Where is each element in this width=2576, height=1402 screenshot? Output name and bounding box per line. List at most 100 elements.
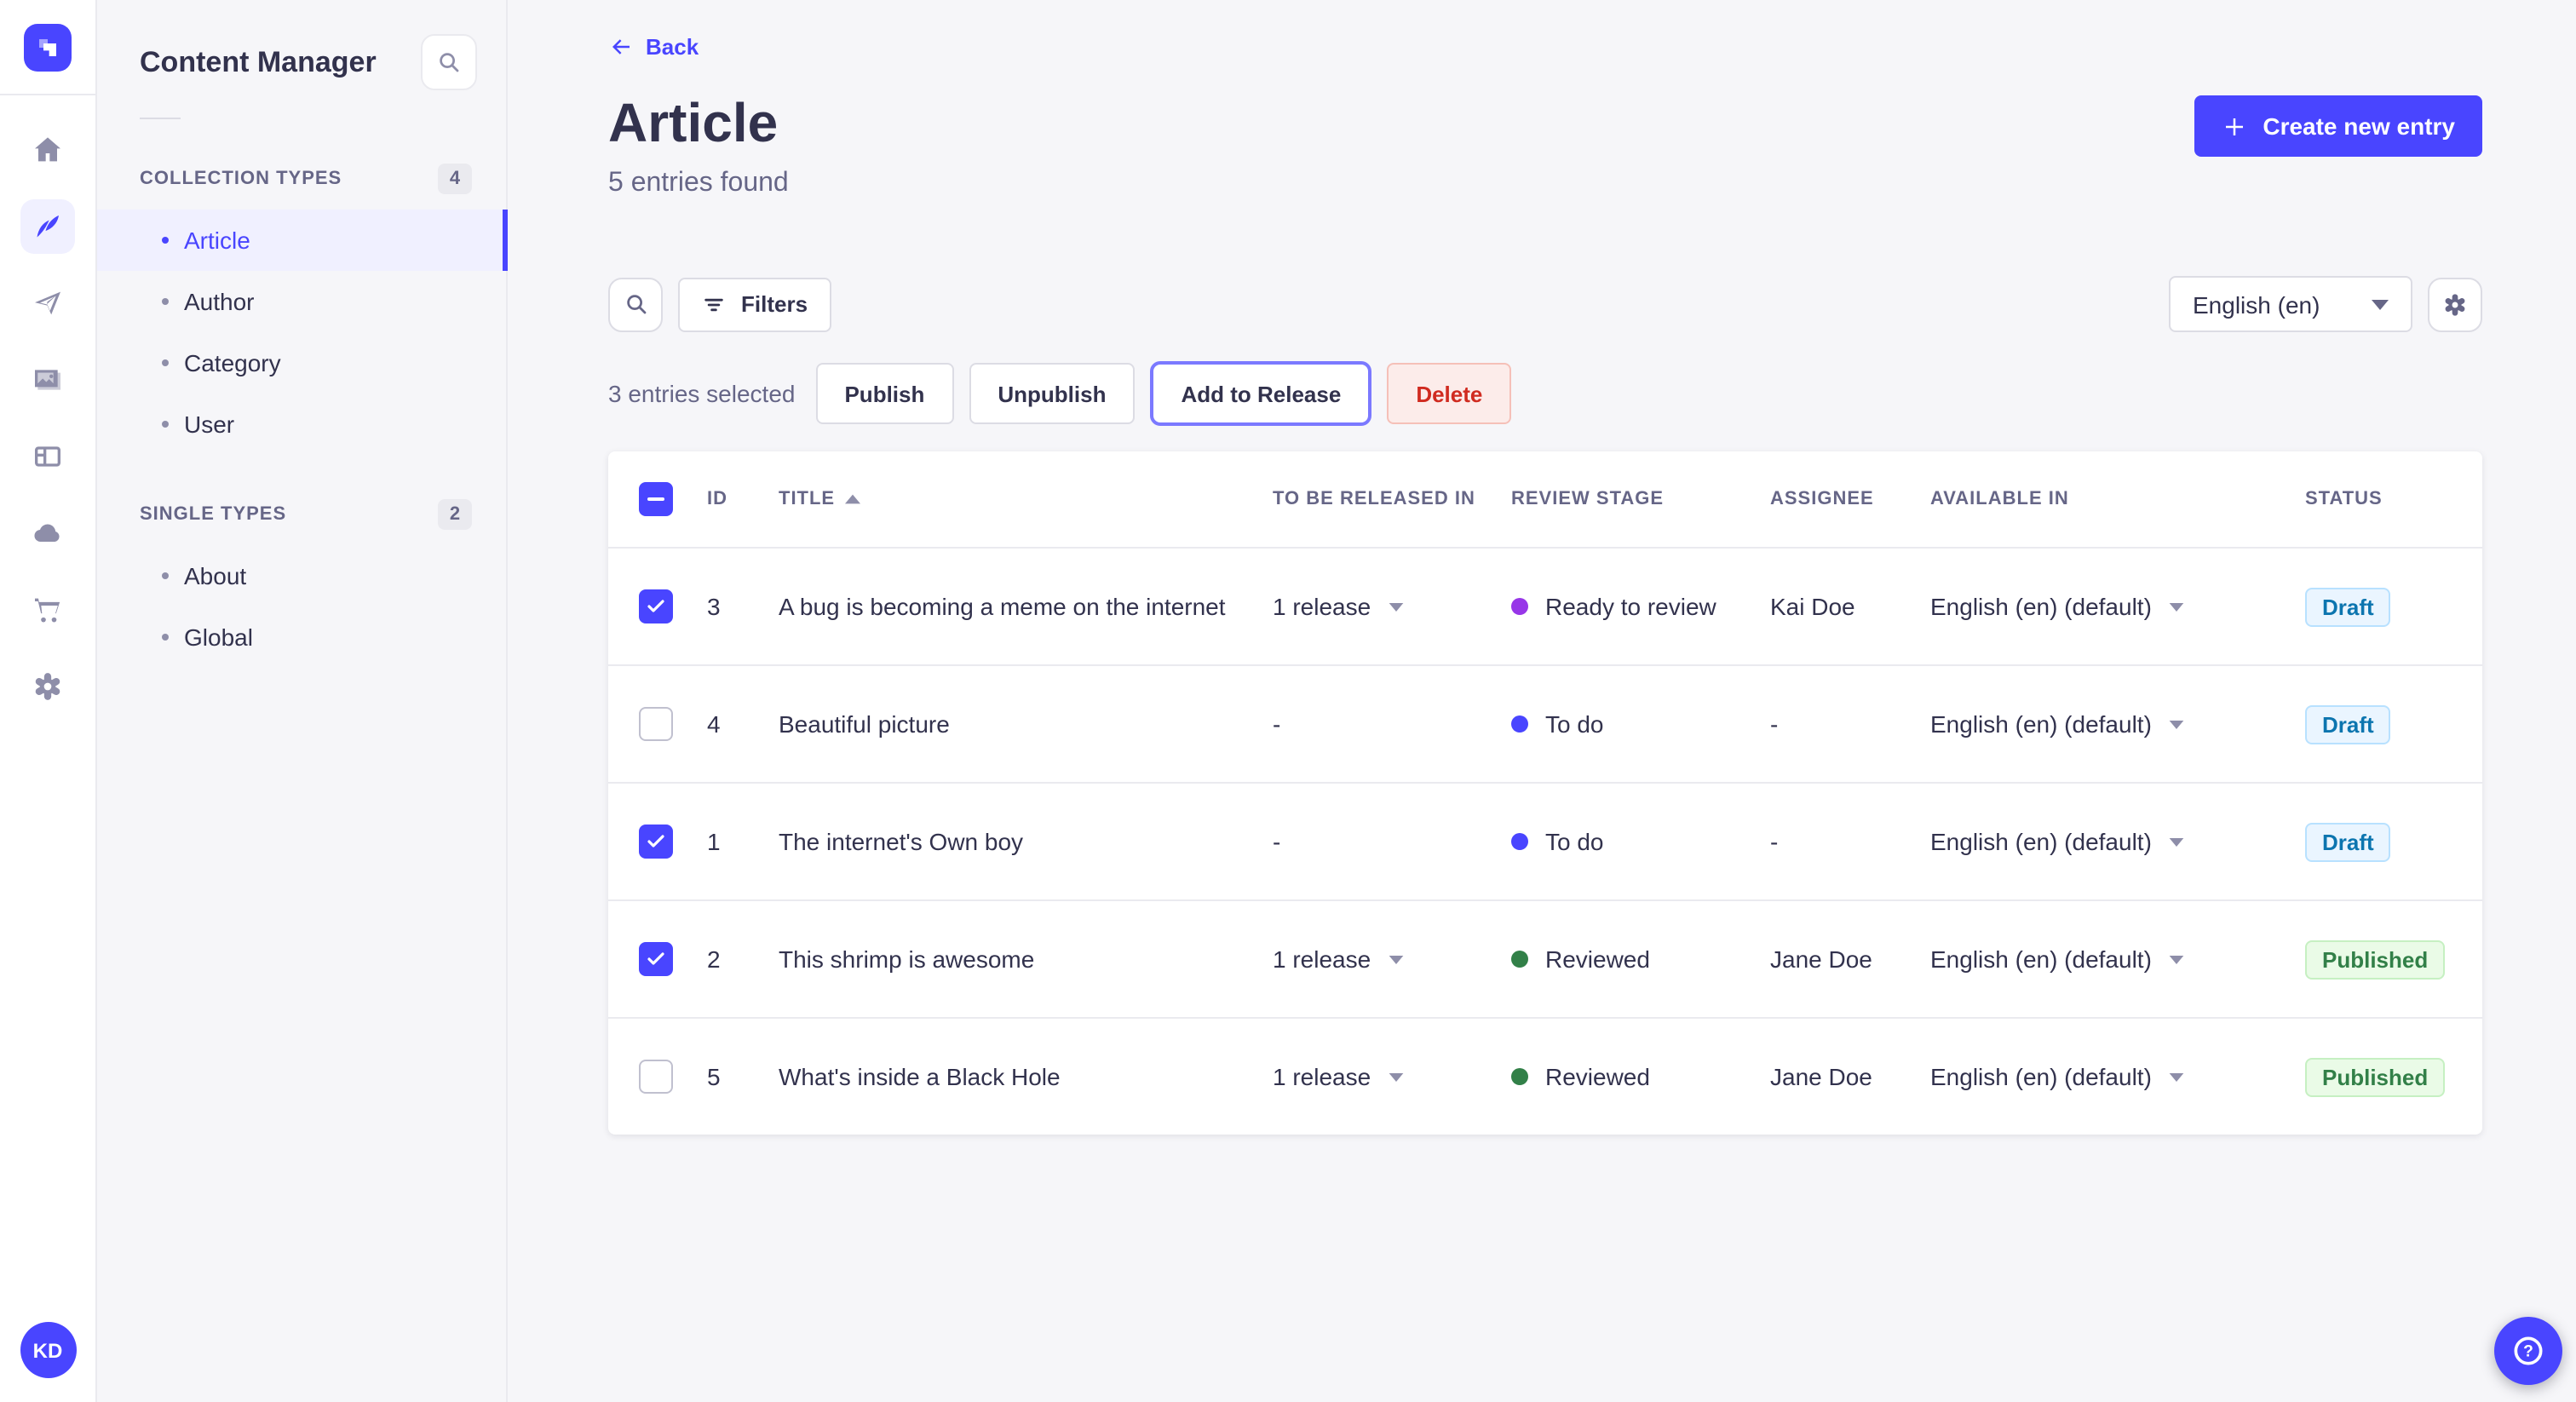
- subnav-item-author[interactable]: Author: [97, 271, 506, 332]
- rail-icon-list: [20, 123, 75, 714]
- row-assignee: Jane Doe: [1770, 1063, 1872, 1090]
- row-assignee: -: [1770, 828, 1779, 855]
- stage-dot-icon: [1511, 598, 1528, 615]
- back-link[interactable]: Back: [608, 34, 699, 60]
- unpublish-button[interactable]: Unpublish: [969, 363, 1136, 424]
- row-checkbox[interactable]: [639, 707, 673, 741]
- locale-select[interactable]: English (en): [2169, 276, 2412, 332]
- selection-count-text: 3 entries selected: [608, 380, 796, 407]
- status-badge: Published: [2305, 1057, 2446, 1096]
- row-release-menu[interactable]: 1 release: [1259, 593, 1498, 620]
- strapi-logo-wrap: [0, 0, 95, 95]
- row-checkbox[interactable]: [639, 942, 673, 976]
- table-row[interactable]: 5 What's inside a Black Hole 1 release R…: [608, 1017, 2482, 1135]
- strapi-logo-icon[interactable]: [24, 23, 72, 71]
- column-header-id[interactable]: ID: [693, 489, 765, 509]
- row-review-stage: Reviewed: [1498, 945, 1757, 973]
- row-checkbox[interactable]: [639, 1060, 673, 1094]
- stage-dot-icon: [1511, 715, 1528, 733]
- delete-button[interactable]: Delete: [1387, 363, 1512, 424]
- single-types-label: SINGLE TYPES: [140, 504, 287, 525]
- row-id: 4: [707, 710, 721, 738]
- table-row[interactable]: 1 The internet's Own boy - To do - Engli…: [608, 782, 2482, 899]
- select-all-checkbox[interactable]: [639, 482, 673, 516]
- row-title: What's inside a Black Hole: [779, 1063, 1061, 1090]
- row-release-menu[interactable]: 1 release: [1259, 1063, 1498, 1090]
- column-header-review-stage[interactable]: REVIEW STAGE: [1498, 489, 1757, 509]
- page-title: Article: [608, 92, 779, 153]
- plus-icon: [2222, 113, 2247, 139]
- table-row[interactable]: 4 Beautiful picture - To do - English (e…: [608, 664, 2482, 782]
- help-button[interactable]: ?: [2494, 1317, 2562, 1385]
- main-content: Back Article Create new entry 5 entries …: [508, 0, 2576, 1402]
- status-badge: Draft: [2305, 822, 2391, 861]
- cloud-icon[interactable]: [20, 506, 75, 560]
- single-types-section: SINGLE TYPES 2 About Global: [97, 497, 506, 668]
- row-title: This shrimp is awesome: [779, 945, 1035, 973]
- row-title: Beautiful picture: [779, 710, 950, 738]
- row-review-stage: Reviewed: [1498, 1063, 1757, 1090]
- row-id: 5: [707, 1063, 721, 1090]
- row-review-stage: To do: [1498, 710, 1757, 738]
- table-row[interactable]: 2 This shrimp is awesome 1 release Revie…: [608, 899, 2482, 1017]
- publish-button[interactable]: Publish: [815, 363, 954, 424]
- bullet-icon: [162, 237, 169, 244]
- row-locale-menu[interactable]: English (en) (default): [1917, 1063, 2291, 1090]
- search-icon-button[interactable]: [421, 34, 477, 90]
- add-to-release-button[interactable]: Add to Release: [1150, 361, 1372, 426]
- chevron-down-icon: [2372, 299, 2389, 309]
- subnav-title: Content Manager: [140, 45, 377, 78]
- subnav-item-global[interactable]: Global: [97, 606, 506, 668]
- marketplace-cart-icon[interactable]: [20, 583, 75, 637]
- row-checkbox[interactable]: [639, 589, 673, 623]
- view-settings-gear-icon-button[interactable]: [2428, 277, 2482, 331]
- subnav-item-about[interactable]: About: [97, 545, 506, 606]
- create-new-entry-button[interactable]: Create new entry: [2194, 95, 2482, 157]
- column-header-status[interactable]: STATUS: [2291, 489, 2482, 509]
- column-header-assignee[interactable]: ASSIGNEE: [1757, 489, 1917, 509]
- subnav-item-category[interactable]: Category: [97, 332, 506, 394]
- row-assignee: Jane Doe: [1770, 945, 1872, 973]
- table-row[interactable]: 3 A bug is becoming a meme on the intern…: [608, 547, 2482, 664]
- status-badge: Draft: [2305, 704, 2391, 744]
- column-header-to-be-released-in[interactable]: TO BE RELEASED IN: [1259, 489, 1498, 509]
- row-review-stage: Ready to review: [1498, 593, 1757, 620]
- row-id: 1: [707, 828, 721, 855]
- media-library-icon[interactable]: [20, 353, 75, 407]
- row-locale-menu[interactable]: English (en) (default): [1917, 828, 2291, 855]
- releases-paper-plane-icon[interactable]: [20, 276, 75, 330]
- row-review-stage: To do: [1498, 828, 1757, 855]
- row-locale-menu[interactable]: English (en) (default): [1917, 710, 2291, 738]
- table-header-row: ID TITLE TO BE RELEASED IN REVIEW STAGE …: [608, 451, 2482, 547]
- content-manager-subnav: Content Manager COLLECTION TYPES 4 Artic…: [97, 0, 508, 1402]
- bullet-icon: [162, 359, 169, 366]
- content-manager-feather-icon[interactable]: [20, 199, 75, 254]
- row-release-menu[interactable]: 1 release: [1259, 945, 1498, 973]
- settings-gear-icon[interactable]: [20, 659, 75, 714]
- content-type-builder-icon[interactable]: [20, 429, 75, 484]
- row-locale-menu[interactable]: English (en) (default): [1917, 945, 2291, 973]
- column-header-title[interactable]: TITLE: [765, 489, 1259, 509]
- row-id: 2: [707, 945, 721, 973]
- stage-dot-icon: [1511, 833, 1528, 850]
- back-arrow-icon: [608, 34, 634, 60]
- row-assignee: Kai Doe: [1770, 593, 1855, 620]
- single-types-count-badge: 2: [438, 499, 472, 530]
- bullet-icon: [162, 572, 169, 579]
- column-header-available-in[interactable]: AVAILABLE IN: [1917, 489, 2291, 509]
- row-checkbox[interactable]: [639, 825, 673, 859]
- home-icon[interactable]: [20, 123, 75, 177]
- row-locale-menu[interactable]: English (en) (default): [1917, 593, 2291, 620]
- subnav-item-user[interactable]: User: [97, 394, 506, 455]
- stage-dot-icon: [1511, 1068, 1528, 1085]
- chevron-down-icon: [2169, 955, 2184, 963]
- chevron-down-icon: [2169, 720, 2184, 728]
- filters-button[interactable]: Filters: [678, 277, 832, 331]
- user-avatar[interactable]: KD: [20, 1322, 76, 1378]
- main-nav-rail: KD: [0, 0, 97, 1402]
- svg-text:?: ?: [2523, 1343, 2533, 1361]
- row-release: -: [1273, 828, 1281, 855]
- sort-asc-icon: [845, 494, 861, 504]
- table-search-icon-button[interactable]: [608, 277, 663, 331]
- subnav-item-article[interactable]: Article: [97, 210, 508, 271]
